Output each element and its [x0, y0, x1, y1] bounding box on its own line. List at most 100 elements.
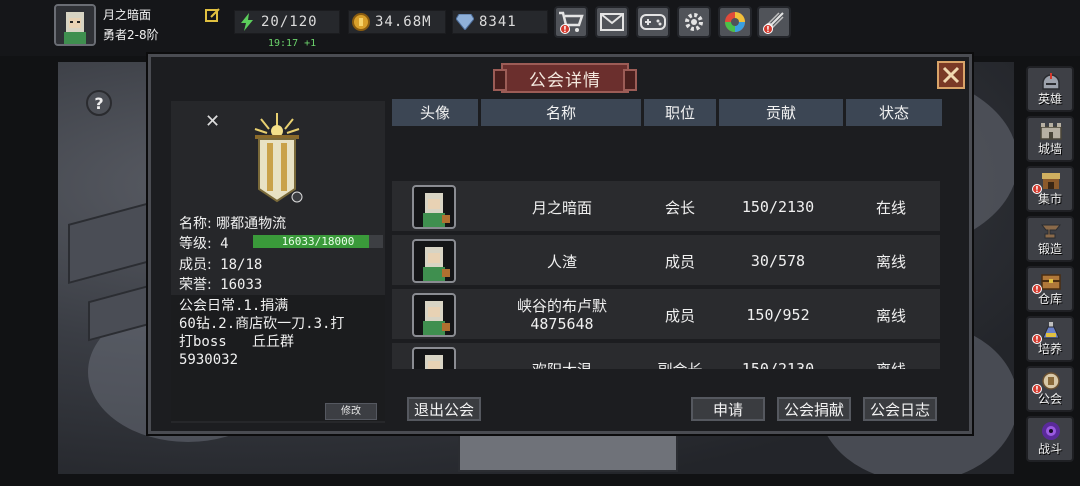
portrait-icon — [423, 247, 450, 281]
member-contribution: 30/578 — [750, 252, 806, 270]
header-contribution: 贡献 — [719, 99, 843, 126]
comet-alert-badge: ! — [763, 24, 773, 34]
gamepad-button[interactable] — [636, 6, 670, 38]
guild-level: 4 — [220, 236, 229, 252]
sidebar-item-train[interactable]: ! 培养 — [1026, 316, 1074, 362]
sidebar-label: 锻造 — [1037, 242, 1062, 256]
sidebar-label: 集市 — [1037, 192, 1062, 206]
member-status: 离线 — [875, 252, 906, 271]
guild-level-line: 等级: 4 — [179, 233, 229, 253]
member-contribution: 150/2130 — [741, 360, 815, 369]
help-button[interactable]: ? — [86, 90, 112, 116]
member-name: 欢阳大温 — [478, 343, 646, 370]
guild-members: 18/18 — [220, 257, 263, 273]
guild-donate-button[interactable]: 公会捐献 — [777, 397, 851, 421]
guild-honor: 16033 — [220, 277, 263, 293]
guild-banner-emblem-icon — [254, 113, 303, 203]
gem-counter: 8341 — [452, 10, 548, 34]
settings-button[interactable] — [677, 6, 711, 38]
player-rank: 勇者2-8阶 — [103, 28, 159, 42]
wall-icon — [1040, 123, 1062, 140]
sidebar-item-battle[interactable]: 战斗 — [1026, 416, 1074, 462]
table-row[interactable]: 人渣 成员 30/578 离线 — [392, 235, 940, 287]
gem-icon — [455, 12, 475, 32]
guild-xp-bar: 16033/18000 — [253, 235, 383, 248]
member-name-cell: 峡谷的布卢默 4875648 — [478, 289, 646, 341]
guild-members-label: 成员: — [179, 257, 212, 273]
member-contribution: 150/2130 — [741, 198, 815, 216]
guild-notice: 公会日常.1.捐满 60钻.2.商店砍一刀.3.打 打boss 丘丘群 5930… — [179, 298, 345, 368]
sidebar-item-wall[interactable]: 城墙 — [1026, 116, 1074, 162]
guild-alert-badge: ! — [1032, 384, 1042, 394]
anvil-icon — [1040, 224, 1062, 239]
warehouse-icon — [1041, 274, 1061, 290]
edit-notice-button[interactable]: 修改 — [325, 403, 377, 420]
mail-button[interactable] — [595, 6, 629, 38]
portal-icon — [1042, 422, 1060, 440]
table-row[interactable]: 峡谷的布卢默 4875648 成员 150/952 离线 — [392, 289, 940, 341]
guild-honor-label: 荣誉: — [179, 277, 212, 293]
sidebar-item-forge[interactable]: 锻造 — [1026, 216, 1074, 262]
comet-button[interactable]: ! — [757, 6, 791, 38]
table-row[interactable]: 欢阳大温 副会长 150/2130 离线 — [392, 343, 940, 369]
sidebar-label: 仓库 — [1037, 292, 1062, 306]
guild-name-label: 名称: — [179, 216, 212, 232]
leave-guild-button[interactable]: 退出公会 — [407, 397, 481, 421]
settings-icon — [685, 13, 703, 31]
modal-title: 公会详情 — [529, 70, 601, 91]
warehouse-alert-badge: ! — [1032, 284, 1042, 294]
energy-value: 20/120 — [261, 14, 318, 30]
dismiss-x-icon[interactable]: ✕ — [205, 111, 220, 132]
guild-details-modal: 公会详情 ✕ 名称: 哪都通物流 等级: 4 16033/18000 成员: 1… — [148, 54, 972, 434]
member-role: 成员 — [664, 306, 695, 325]
gamepad-icon — [640, 14, 666, 30]
member-table-header: 头像 名称 职位 贡献 状态 — [392, 99, 942, 126]
guild-level-label: 等级: — [179, 236, 212, 252]
member-avatar[interactable] — [412, 185, 456, 229]
member-avatar[interactable] — [412, 293, 456, 337]
top-bar: 月之暗面 勇者2-8阶 20/120 19:17 +1 34.68M 8341 … — [0, 0, 1080, 56]
guild-name: 哪都通物流 — [216, 216, 287, 232]
sidebar-item-hero[interactable]: 英雄 — [1026, 66, 1074, 112]
header-status: 状态 — [846, 99, 942, 126]
member-name: 月之暗面 — [531, 198, 592, 217]
sidebar-label: 公会 — [1037, 392, 1062, 406]
guild-log-button[interactable]: 公会日志 — [863, 397, 937, 421]
member-avatar[interactable] — [412, 347, 456, 369]
sidebar-label: 培养 — [1037, 342, 1062, 356]
guild-xp-text: 16033/18000 — [281, 235, 355, 248]
member-role: 副会长 — [644, 343, 716, 370]
train-alert-badge: ! — [1032, 334, 1042, 344]
close-button[interactable] — [937, 61, 965, 89]
gold-counter: 34.68M — [348, 10, 446, 34]
energy-timer: 19:17 +1 — [268, 38, 317, 49]
shop-button[interactable]: ! — [554, 6, 588, 38]
sidebar-label: 英雄 — [1037, 92, 1062, 106]
member-list[interactable]: 月之暗面 会长 150/2130 在线 人渣 成员 30/578 离线 峡谷的布… — [392, 181, 940, 369]
member-status: 在线 — [875, 198, 906, 217]
table-row[interactable]: 月之暗面 会长 150/2130 在线 — [392, 181, 940, 233]
portrait-icon — [56, 6, 94, 44]
member-name: 人渣 — [546, 252, 577, 271]
member-name-id: 4875648 — [530, 315, 594, 333]
market-icon — [1042, 173, 1060, 189]
mail-icon — [600, 13, 624, 31]
guild-icon — [1042, 372, 1060, 390]
header-role: 职位 — [644, 99, 716, 126]
edit-name-icon[interactable] — [205, 7, 221, 23]
sidebar-item-market[interactable]: ! 集市 — [1026, 166, 1074, 212]
member-name: 峡谷的布卢默 — [516, 297, 607, 315]
member-avatar[interactable] — [412, 239, 456, 283]
apply-button[interactable]: 申请 — [691, 397, 765, 421]
sidebar-item-warehouse[interactable]: ! 仓库 — [1026, 266, 1074, 312]
portrait-icon — [423, 193, 450, 227]
energy-counter: 20/120 — [234, 10, 340, 34]
player-avatar[interactable] — [54, 4, 96, 46]
sidebar-item-guild[interactable]: ! 公会 — [1026, 366, 1074, 412]
gold-value: 34.68M — [375, 14, 432, 30]
guild-members-line: 成员: 18/18 — [179, 254, 262, 274]
color-wheel-button[interactable] — [718, 6, 752, 38]
guild-name-line: 名称: 哪都通物流 — [179, 213, 286, 233]
lightning-icon — [237, 12, 257, 32]
guild-honor-line: 荣誉: 16033 — [179, 274, 262, 294]
